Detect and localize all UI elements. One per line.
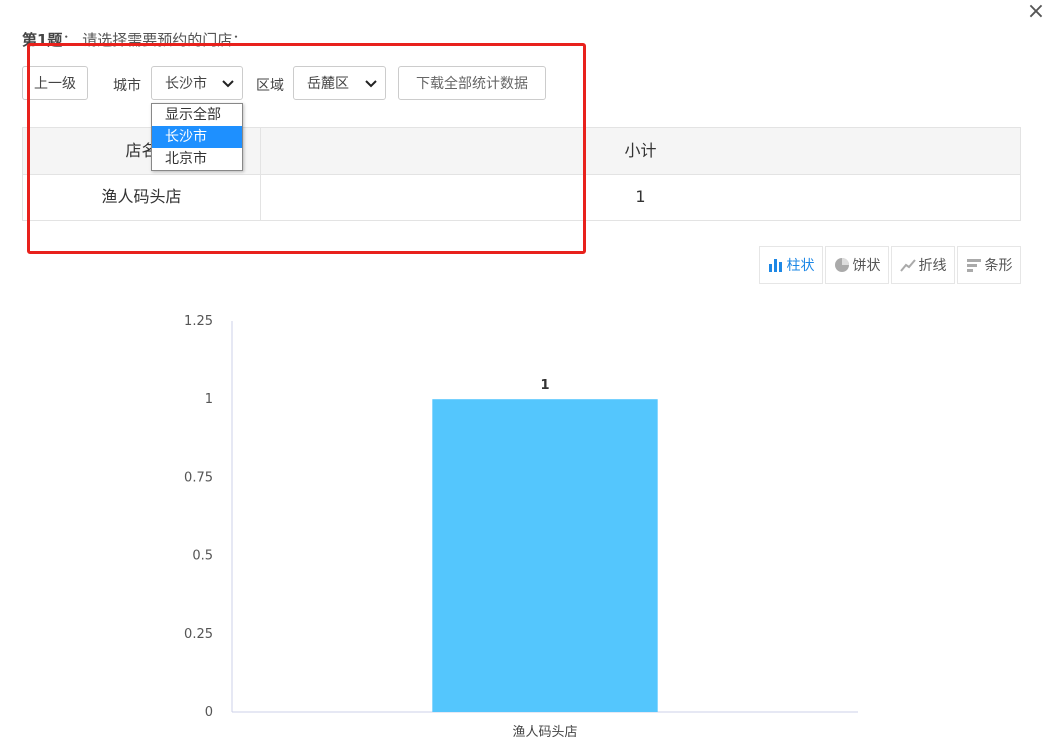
close-icon[interactable]: ×	[1024, 0, 1048, 24]
y-tick-label: 0.5	[192, 549, 213, 564]
chart-type-line-button[interactable]: 折线	[891, 246, 955, 284]
dropdown-option-changsha[interactable]: 长沙市	[152, 126, 242, 148]
column-header-subtotal: 小计	[624, 141, 657, 160]
chevron-down-icon	[365, 74, 377, 98]
table-cell-subtotal: 1	[635, 187, 646, 206]
bar-chart-icon	[768, 259, 782, 272]
y-tick-label: 1	[205, 392, 213, 407]
chart-type-bar-button[interactable]: 柱状	[759, 246, 823, 284]
table-cell-store: 渔人码头店	[101, 187, 182, 206]
chart-type-bar-label: 柱状	[786, 258, 815, 274]
download-stats-button[interactable]: 下载全部统计数据	[398, 66, 546, 100]
hbar-chart-icon	[966, 259, 981, 272]
bar	[432, 399, 658, 712]
dropdown-option-beijing[interactable]: 北京市	[152, 148, 242, 170]
y-tick-label: 0.75	[184, 470, 213, 485]
y-tick-label: 0	[205, 705, 213, 720]
area-select[interactable]: 岳麓区	[293, 66, 386, 100]
y-tick-label: 0.25	[184, 627, 213, 642]
up-level-button[interactable]: 上一级	[22, 66, 88, 100]
question-number: 第1题	[22, 31, 63, 49]
area-select-value: 岳麓区	[307, 76, 349, 92]
chart-type-toggle: 柱状 饼状 折线 条形	[759, 246, 1021, 284]
dropdown-option-all[interactable]: 显示全部	[152, 104, 242, 126]
question-text: ： 请选择需要预约的门店：	[62, 31, 248, 49]
chart-type-hbar-label: 条形	[984, 258, 1013, 274]
city-label: 城市	[113, 78, 141, 94]
chevron-down-icon	[222, 74, 234, 98]
bar-chart: 0 0.25 0.5 0.75 1 1.25 1 渔人码头店	[184, 314, 858, 740]
chart-type-hbar-button[interactable]: 条形	[957, 246, 1021, 284]
question-title: 第1题： 请选择需要预约的门店：	[22, 29, 247, 50]
bar-data-label: 1	[540, 378, 549, 393]
chart-type-pie-label: 饼状	[852, 258, 881, 274]
city-select-value: 长沙市	[165, 76, 207, 92]
x-tick-label: 渔人码头店	[512, 725, 577, 740]
pie-chart-icon	[834, 258, 849, 272]
city-dropdown-list: 显示全部 长沙市 北京市	[151, 103, 243, 171]
y-tick-label: 1.25	[184, 314, 213, 329]
line-chart-icon	[899, 259, 916, 272]
city-select[interactable]: 长沙市	[151, 66, 243, 100]
area-label: 区域	[256, 78, 284, 94]
chart-type-line-label: 折线	[918, 258, 947, 274]
chart-type-pie-button[interactable]: 饼状	[825, 246, 889, 284]
